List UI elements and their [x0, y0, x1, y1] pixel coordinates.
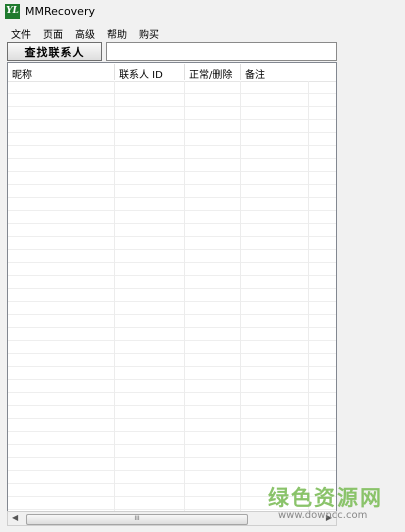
watermark-text: 绿色资源网 [268, 486, 383, 510]
search-field[interactable] [106, 42, 337, 61]
menu-buy[interactable]: 购买 [139, 26, 159, 41]
app-icon: YL [5, 4, 20, 19]
column-nickname[interactable]: 昵称 [12, 66, 32, 81]
menu-page[interactable]: 页面 [43, 26, 63, 41]
column-separator[interactable] [184, 64, 185, 80]
menu-help[interactable]: 帮助 [107, 26, 127, 41]
window-title: MMRecovery [25, 5, 95, 18]
menu-advanced[interactable]: 高级 [75, 26, 95, 41]
menu-bar: 文件 页面 高级 帮助 购买 [0, 24, 405, 41]
menu-file[interactable]: 文件 [11, 26, 31, 41]
grid-line [308, 81, 309, 513]
title-bar: YL MMRecovery [0, 0, 405, 24]
column-contact-id[interactable]: 联系人 ID [119, 66, 163, 81]
scroll-thumb[interactable]: III [26, 514, 248, 525]
grid-line [184, 81, 185, 513]
find-contacts-button[interactable]: 查找联系人 [7, 42, 102, 61]
column-note[interactable]: 备注 [245, 66, 265, 81]
list-grid [8, 81, 336, 513]
column-separator[interactable] [114, 64, 115, 80]
contacts-list[interactable]: 昵称 联系人 ID 正常/删除 备注 [7, 62, 337, 514]
column-separator[interactable] [240, 64, 241, 80]
column-status[interactable]: 正常/删除 [189, 66, 232, 81]
grid-line [240, 81, 241, 513]
list-header: 昵称 联系人 ID 正常/删除 备注 [8, 63, 336, 82]
scroll-left-icon[interactable]: ◀ [12, 513, 18, 522]
watermark-url: www.downcc.com [278, 510, 368, 521]
watermark: 绿色资源网 www.downcc.com [268, 482, 383, 521]
grid-line [114, 81, 115, 513]
